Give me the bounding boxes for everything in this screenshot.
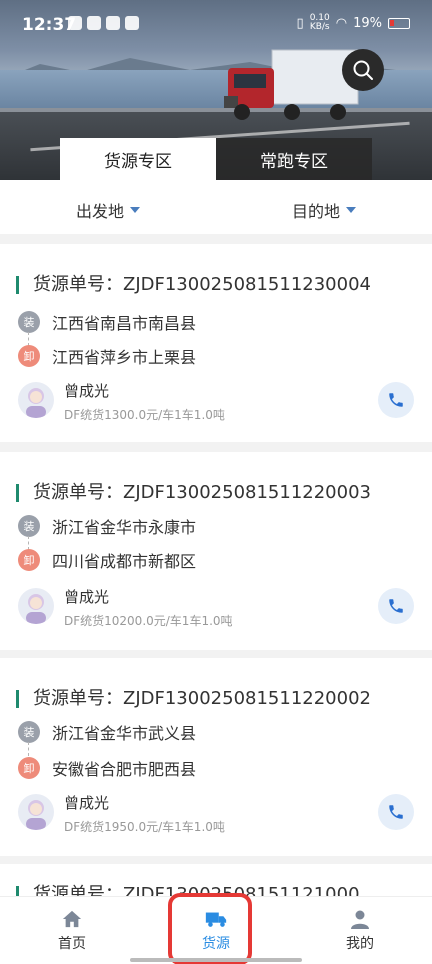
load-row: 装 浙江省金华市永康市 — [18, 514, 196, 538]
nav-mine-label: 我的 — [346, 936, 374, 952]
notification-icons — [68, 16, 139, 30]
tab-goods[interactable]: 货源专区 — [60, 138, 216, 180]
goods-detail: DF统货1950.0元/车1车1.0吨 — [64, 820, 225, 834]
call-button[interactable] — [378, 588, 414, 624]
user-avatar-icon — [26, 800, 46, 830]
load-badge: 装 — [18, 721, 40, 743]
unload-row: 卸 四川省成都市新都区 — [18, 548, 196, 572]
avatar — [18, 382, 54, 418]
unload-address: 江西省萍乡市上栗县 — [52, 348, 197, 367]
battery-icon — [388, 17, 410, 29]
wifi-icon: ◠ — [335, 15, 348, 31]
tab-regular-routes[interactable]: 常跑专区 — [216, 138, 372, 180]
load-address: 浙江省金华市武义县 — [52, 724, 197, 743]
home-icon — [62, 910, 82, 928]
nav-home[interactable]: 首页 — [32, 909, 112, 953]
caret-down-icon — [346, 207, 357, 213]
order-number: 货源单号：ZJDF130025081511220002 — [16, 690, 371, 708]
nav-mine[interactable]: 我的 — [320, 909, 400, 953]
load-address: 浙江省金华市永康市 — [52, 518, 197, 537]
net-speed: 0.10 KB/s — [309, 13, 330, 32]
goods-detail: DF统货10200.0元/车1车1.0吨 — [64, 614, 233, 628]
tiktok-icon — [106, 16, 120, 30]
battery-label: 19% — [353, 15, 382, 31]
search-icon — [353, 60, 373, 80]
contact-name: 曾成光 — [64, 382, 110, 400]
phone-icon — [389, 599, 403, 613]
origin-filter[interactable]: 出发地 — [76, 198, 141, 222]
destination-label: 目的地 — [292, 202, 341, 221]
load-badge: 装 — [18, 515, 40, 537]
contact-name: 曾成光 — [64, 588, 110, 606]
unload-row: 卸 安徽省合肥市肥西县 — [18, 756, 196, 780]
phone-icon — [389, 393, 403, 407]
unload-address: 安徽省合肥市肥西县 — [52, 760, 197, 779]
nav-home-label: 首页 — [58, 936, 86, 952]
call-button[interactable] — [378, 382, 414, 418]
user-avatar-icon — [26, 594, 46, 624]
destination-filter[interactable]: 目的地 — [292, 198, 357, 222]
unload-badge: 卸 — [18, 757, 40, 779]
route-connector — [28, 742, 29, 756]
goods-card[interactable]: 货源单号：ZJDF130025081511230004 装 江西省南昌市南昌县 … — [0, 244, 432, 442]
origin-label: 出发地 — [76, 202, 125, 221]
home-indicator[interactable] — [130, 958, 302, 962]
search-button[interactable] — [342, 49, 384, 91]
avatar — [18, 794, 54, 830]
goods-detail: DF统货1300.0元/车1车1.0吨 — [64, 408, 225, 422]
unload-address: 四川省成都市新都区 — [52, 552, 197, 571]
highlight-box — [168, 893, 252, 964]
user-icon — [351, 910, 369, 929]
mail-icon — [87, 16, 101, 30]
load-row: 装 江西省南昌市南昌县 — [18, 310, 196, 334]
load-address: 江西省南昌市南昌县 — [52, 314, 197, 333]
unload-row: 卸 江西省萍乡市上栗县 — [18, 344, 196, 368]
filter-bar: 出发地 目的地 — [0, 180, 432, 234]
call-button[interactable] — [378, 794, 414, 830]
phone-icon — [389, 805, 403, 819]
order-number: 货源单号：ZJDF130025081511230004 — [16, 276, 371, 294]
order-number: 货源单号：ZJDF130025081511220003 — [16, 484, 371, 502]
goods-card[interactable]: 货源单号：ZJDF130025081511220002 装 浙江省金华市武义县 … — [0, 658, 432, 856]
app-notification-icon — [68, 16, 82, 30]
vibrate-icon: ▯ — [296, 15, 304, 31]
contact-name: 曾成光 — [64, 794, 110, 812]
caret-down-icon — [130, 207, 141, 213]
load-badge: 装 — [18, 311, 40, 333]
unload-badge: 卸 — [18, 549, 40, 571]
status-bar: 12:37 ▯ 0.10 KB/s ◠ 19% — [0, 0, 432, 52]
unload-badge: 卸 — [18, 345, 40, 367]
load-row: 装 浙江省金华市武义县 — [18, 720, 196, 744]
goods-card[interactable]: 货源单号：ZJDF130025081511220003 装 浙江省金华市永康市 … — [0, 452, 432, 650]
user-avatar-icon — [26, 388, 46, 418]
system-status: ▯ 0.10 KB/s ◠ 19% — [297, 14, 410, 32]
app-icon — [125, 16, 139, 30]
truck-image — [224, 49, 359, 120]
avatar — [18, 588, 54, 624]
